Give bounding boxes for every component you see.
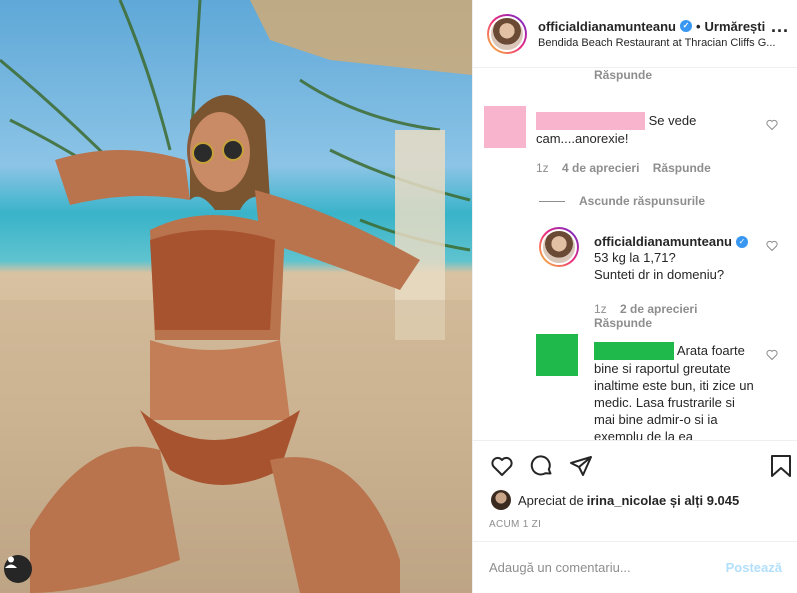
post-timestamp[interactable]: ACUM 1 ZI (489, 519, 541, 530)
liked-by-user[interactable]: irina_nicolae (587, 493, 666, 508)
reply-button[interactable]: Răspunde (653, 161, 711, 175)
location-link[interactable]: Bendida Beach Restaurant at Thracian Cli… (538, 37, 793, 49)
beach-photo-illustration (0, 0, 472, 593)
following-button[interactable]: Urmărești (705, 19, 766, 34)
verified-badge-icon: ✓ (735, 235, 748, 248)
comment-likes[interactable]: 4 de aprecieri (562, 161, 639, 175)
commenter-name-redacted[interactable] (536, 112, 645, 130)
comment-time: 1z (536, 161, 549, 175)
comment-meta: 1z 4 de aprecieri Răspunde (536, 161, 711, 175)
add-comment-bar: Postează (473, 541, 797, 593)
more-options-icon[interactable]: ... (771, 16, 789, 37)
author-avatar[interactable] (487, 13, 527, 54)
post-photo[interactable] (0, 0, 472, 593)
comment-bubble-icon[interactable] (530, 454, 554, 478)
commenter-avatar-redacted[interactable] (536, 334, 578, 376)
instagram-post-modal: officialdianamunteanu ✓ • Urmărești Bend… (0, 0, 797, 593)
reply-item: Arata foarte bine si raportul greutate i… (594, 342, 757, 440)
commenter-name-redacted[interactable] (594, 342, 674, 360)
author-username[interactable]: officialdianamunteanu (538, 19, 676, 34)
liker-avatar[interactable] (491, 490, 511, 510)
reply-meta: 1z 2 de aprecieri (594, 302, 697, 316)
comments-list[interactable]: Răspunde Se vede cam....anorexie! 1z 4 d… (473, 68, 797, 440)
comment-like-heart-icon[interactable] (766, 119, 778, 131)
commenter-avatar-redacted[interactable] (484, 106, 526, 148)
liked-by-others[interactable]: și alți 9.045 (666, 493, 739, 508)
reply-text-line2: Sunteti dr in domeniu? (594, 267, 725, 282)
post-actions-bar: Apreciat de irina_nicolae și alți 9.045 … (473, 440, 797, 541)
like-heart-icon[interactable] (489, 454, 515, 478)
share-paper-plane-icon[interactable] (569, 454, 593, 478)
separator-dot: • (695, 18, 701, 34)
reply-item: officialdianamunteanu ✓ 53 kg la 1,71? S… (594, 234, 764, 283)
comment-input[interactable] (489, 560, 726, 575)
post-comment-button[interactable]: Postează (726, 560, 782, 575)
verified-badge-icon: ✓ (679, 20, 692, 32)
hide-replies-toggle[interactable]: Ascunde răspunsurile (539, 194, 705, 208)
replies-line-divider (539, 200, 565, 202)
reply-likes[interactable]: 2 de aprecieri (620, 302, 697, 316)
reply-like-heart-icon[interactable] (766, 240, 778, 252)
post-side-panel: officialdianamunteanu ✓ • Urmărești Bend… (472, 0, 797, 593)
reply-button[interactable]: Răspunde (594, 316, 652, 330)
liked-by-prefix: Apreciat de (518, 492, 584, 508)
save-bookmark-icon[interactable] (770, 454, 792, 478)
tagged-user-icon[interactable] (4, 555, 32, 583)
post-header: officialdianamunteanu ✓ • Urmărești Bend… (473, 0, 797, 68)
hide-replies-label: Ascunde răspunsurile (579, 194, 706, 208)
comment-item: Se vede cam....anorexie! (536, 112, 764, 147)
reply-username[interactable]: officialdianamunteanu (594, 234, 732, 249)
reply-button[interactable]: Răspunde (594, 68, 652, 82)
reply-time: 1z (594, 302, 607, 316)
reply-text-line1: 53 kg la 1,71? (594, 250, 676, 265)
reply-author-avatar[interactable] (539, 227, 579, 267)
reply-like-heart-icon[interactable] (766, 349, 778, 361)
liked-by-summary: Apreciat de irina_nicolae și alți 9.045 (491, 490, 739, 510)
